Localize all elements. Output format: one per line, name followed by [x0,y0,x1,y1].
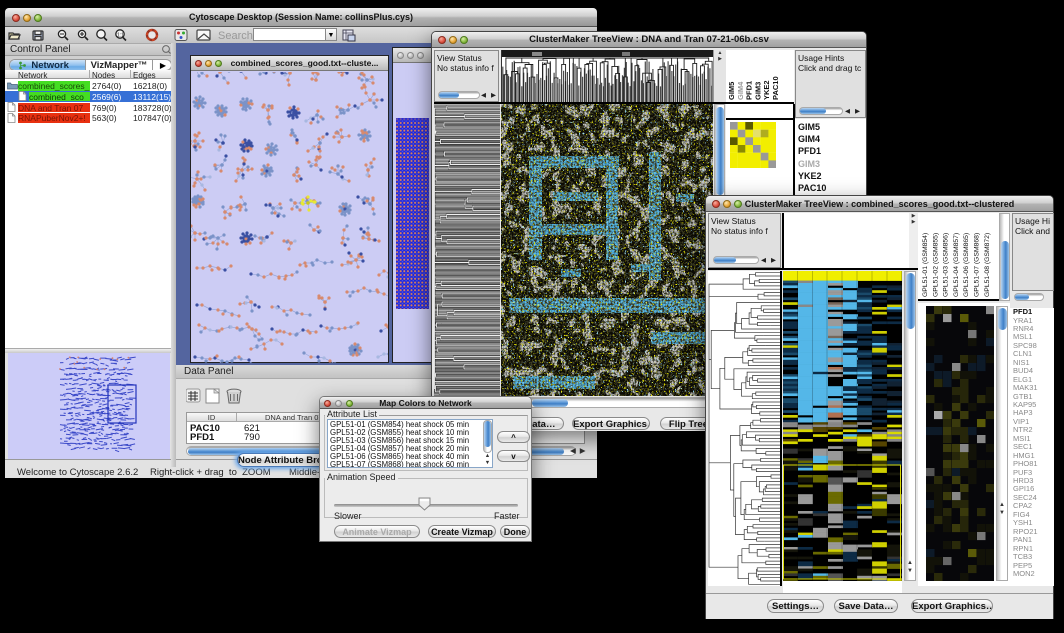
svg-text:GPL51-06 (GSM865): GPL51-06 (GSM865) [963,233,970,297]
svg-text:YKE2: YKE2 [762,80,771,100]
svg-text:PAC10: PAC10 [771,76,780,100]
svg-text:GPL51-03 (GSM856): GPL51-03 (GSM856) [943,233,950,297]
svg-text:GPL51-07 (GSM868): GPL51-07 (GSM868) [974,233,981,297]
svg-text:GPL51-01 (GSM854): GPL51-01 (GSM854) [922,233,929,297]
svg-text:GIM5: GIM5 [727,82,736,100]
svg-text:GPL51-04 (GSM857): GPL51-04 (GSM857) [953,233,960,297]
svg-text:PFD1: PFD1 [745,81,754,100]
svg-text:GPL51-08 (GSM872): GPL51-08 (GSM872) [984,233,991,297]
svg-text:GIM4: GIM4 [736,81,745,100]
svg-text:GIM3: GIM3 [753,82,762,100]
svg-text:GPL51-02 (GSM855): GPL51-02 (GSM855) [932,233,939,297]
svg-text:1:1: 1:1 [117,33,124,39]
